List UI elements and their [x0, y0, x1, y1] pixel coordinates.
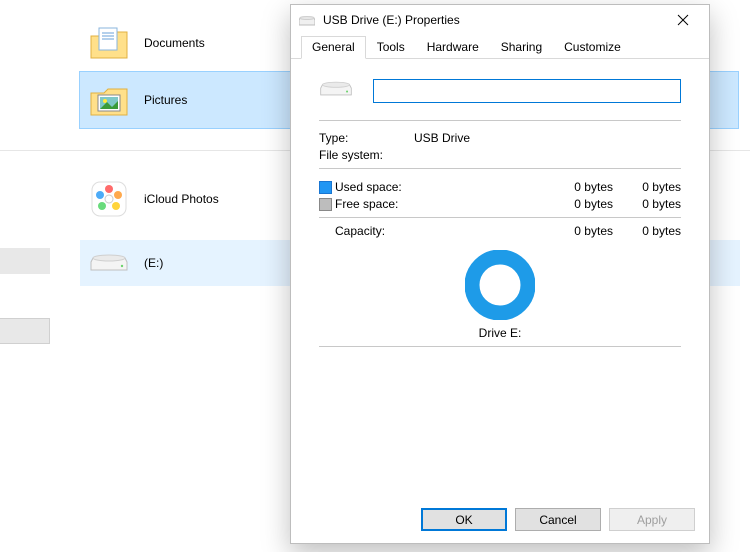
type-label: Type:	[319, 131, 414, 145]
capacity-label: Capacity:	[335, 224, 435, 238]
separator	[319, 346, 681, 347]
capacity-pie-icon	[465, 250, 535, 320]
drive-name-input[interactable]	[373, 79, 681, 103]
icloud-photos-icon	[88, 178, 130, 220]
drive-caption: Drive E:	[319, 326, 681, 340]
capacity-row: Capacity: 0 bytes 0 bytes	[319, 224, 681, 238]
used-space-row: Used space: 0 bytes 0 bytes	[319, 180, 681, 194]
apply-button[interactable]: Apply	[609, 508, 695, 531]
used-swatch-icon	[319, 181, 332, 194]
capacity-bytes: 0 bytes	[551, 224, 621, 238]
titlebar-title: USB Drive (E:) Properties	[323, 13, 661, 27]
titlebar-drive-icon	[299, 14, 315, 26]
free-space-row: Free space: 0 bytes 0 bytes	[319, 197, 681, 211]
tab-sharing[interactable]: Sharing	[490, 36, 553, 59]
close-icon	[677, 14, 689, 26]
free-human: 0 bytes	[621, 197, 681, 211]
properties-dialog: USB Drive (E:) Properties General Tools …	[290, 4, 710, 544]
tab-bar: General Tools Hardware Sharing Customize	[291, 35, 709, 59]
filesystem-label: File system:	[319, 148, 414, 162]
drive-large-icon	[319, 75, 353, 106]
used-label: Used space:	[335, 180, 435, 194]
type-value: USB Drive	[414, 131, 470, 145]
free-swatch-icon	[319, 198, 332, 211]
used-human: 0 bytes	[621, 180, 681, 194]
tab-general[interactable]: General	[301, 36, 366, 59]
tab-hardware[interactable]: Hardware	[416, 36, 490, 59]
titlebar[interactable]: USB Drive (E:) Properties	[291, 5, 709, 35]
dialog-buttons: OK Cancel Apply	[291, 498, 709, 543]
list-item-label: iCloud Photos	[144, 192, 219, 206]
close-button[interactable]	[661, 5, 705, 35]
list-item-label: Documents	[144, 36, 205, 50]
list-item-label: Pictures	[144, 93, 187, 107]
used-bytes: 0 bytes	[551, 180, 621, 194]
list-item-label: (E:)	[144, 256, 163, 270]
dialog-body: Type: USB Drive File system: Used space:…	[291, 59, 709, 498]
drive-icon	[88, 242, 130, 284]
folder-documents-icon	[88, 22, 130, 64]
tab-tools[interactable]: Tools	[366, 36, 416, 59]
sidebar-stub	[0, 248, 50, 274]
folder-pictures-icon	[88, 79, 130, 121]
tab-customize[interactable]: Customize	[553, 36, 632, 59]
separator	[319, 120, 681, 121]
cancel-button[interactable]: Cancel	[515, 508, 601, 531]
capacity-human: 0 bytes	[621, 224, 681, 238]
sidebar-stub-2	[0, 318, 50, 344]
separator	[319, 217, 681, 218]
free-label: Free space:	[335, 197, 435, 211]
free-bytes: 0 bytes	[551, 197, 621, 211]
ok-button[interactable]: OK	[421, 508, 507, 531]
